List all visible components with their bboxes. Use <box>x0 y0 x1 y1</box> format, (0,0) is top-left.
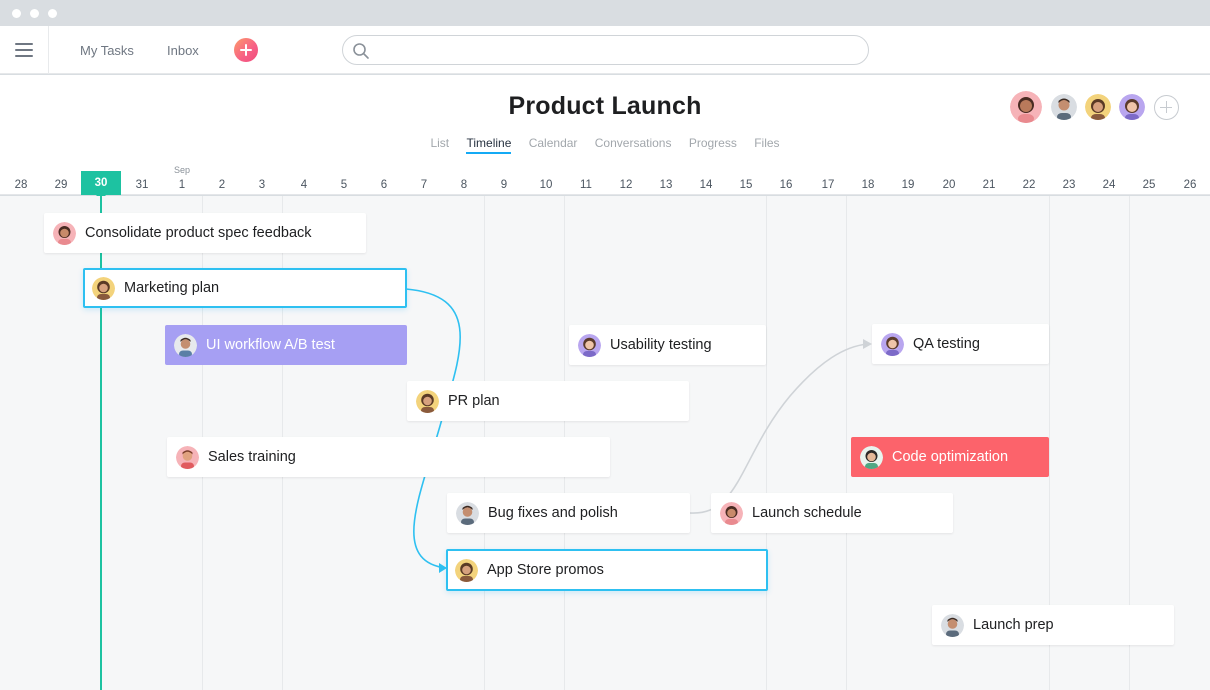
search-input[interactable] <box>342 35 869 65</box>
project-header: Product Launch List Timeline Calendar Co… <box>0 75 1210 155</box>
quick-add-button[interactable] <box>234 38 258 62</box>
assignee-avatar <box>416 389 439 413</box>
task-bar[interactable]: Launch schedule <box>711 493 953 533</box>
date-label: 31 <box>135 179 149 191</box>
date-label: 5 <box>340 179 348 191</box>
member-avatar[interactable] <box>1119 94 1145 120</box>
date-label: 15 <box>739 179 753 191</box>
window-close-dot[interactable] <box>12 9 21 18</box>
assignee-avatar <box>881 332 904 356</box>
search-icon <box>353 43 369 59</box>
task-bar[interactable]: App Store promos <box>446 549 768 591</box>
add-member-icon[interactable] <box>1154 95 1179 120</box>
assignee-avatar <box>720 501 743 525</box>
assignee-avatar <box>174 333 197 357</box>
task-name: Code optimization <box>892 449 1009 465</box>
nav-my-tasks[interactable]: My Tasks <box>80 43 134 58</box>
assignee-avatar <box>176 445 199 469</box>
nav-inbox[interactable]: Inbox <box>167 43 199 58</box>
top-bar: My Tasks Inbox <box>0 26 1210 74</box>
dependency-line <box>689 343 869 514</box>
task-bar[interactable]: Code optimization <box>851 437 1049 477</box>
date-label: 9 <box>500 179 508 191</box>
date-label: 24 <box>1102 179 1116 191</box>
tab-conversations[interactable]: Conversations <box>595 136 672 152</box>
window-chrome <box>0 0 1210 26</box>
date-label: 13 <box>659 179 673 191</box>
window-minimize-dot[interactable] <box>30 9 39 18</box>
task-name: App Store promos <box>487 562 604 578</box>
assignee-avatar <box>456 501 479 525</box>
date-label: 14 <box>699 179 713 191</box>
task-bar[interactable]: Bug fixes and polish <box>447 493 690 533</box>
timeline-canvas[interactable]: Consolidate product spec feedback Market… <box>0 196 1210 690</box>
tab-calendar[interactable]: Calendar <box>529 136 578 152</box>
tab-files[interactable]: Files <box>754 136 779 152</box>
assignee-avatar <box>941 613 964 637</box>
date-label: 18 <box>861 179 875 191</box>
assignee-avatar <box>860 445 883 469</box>
month-label: Sep <box>173 165 190 175</box>
task-bar[interactable]: Marketing plan <box>83 268 407 308</box>
task-bar[interactable]: PR plan <box>407 381 689 421</box>
date-label: 22 <box>1022 179 1036 191</box>
assignee-avatar <box>53 221 76 245</box>
task-name: Sales training <box>208 449 296 465</box>
date-label: 19 <box>901 179 915 191</box>
date-label: 28 <box>14 179 28 191</box>
assignee-avatar <box>578 333 601 357</box>
date-label: 10 <box>539 179 553 191</box>
member-avatar[interactable] <box>1051 94 1077 120</box>
date-label: 3 <box>258 179 266 191</box>
date-label: 6 <box>380 179 388 191</box>
date-label: 2 <box>218 179 226 191</box>
task-bar[interactable]: QA testing <box>872 324 1049 364</box>
date-label: 8 <box>460 179 468 191</box>
tab-list[interactable]: List <box>430 136 449 152</box>
task-name: UI workflow A/B test <box>206 337 335 353</box>
date-label: 20 <box>942 179 956 191</box>
task-name: Consolidate product spec feedback <box>85 225 312 241</box>
task-name: QA testing <box>913 336 980 352</box>
task-name: Marketing plan <box>124 280 220 296</box>
assignee-avatar <box>455 558 478 582</box>
date-label: 11 <box>580 179 592 191</box>
date-label: 23 <box>1062 179 1076 191</box>
date-label: 16 <box>779 179 793 191</box>
date-label: 29 <box>54 179 68 191</box>
date-label: 26 <box>1183 179 1197 191</box>
timeline-dates: Sep 30 28 29 31 1 2 3 4 5 6 7 8 9 10 11 … <box>0 155 1210 200</box>
task-name: Usability testing <box>610 337 712 353</box>
date-label: 12 <box>619 179 633 191</box>
window-zoom-dot[interactable] <box>48 9 57 18</box>
assignee-avatar <box>92 276 115 300</box>
member-avatar[interactable] <box>1010 91 1042 123</box>
task-name: Launch schedule <box>752 505 862 521</box>
app-window: My Tasks Inbox Product Launch List Timel… <box>0 0 1210 690</box>
task-name: Launch prep <box>973 617 1054 633</box>
task-bar[interactable]: Consolidate product spec feedback <box>44 213 366 253</box>
today-marker: 30 <box>81 171 121 200</box>
date-label: 1 <box>178 179 186 191</box>
task-name: Bug fixes and polish <box>488 505 618 521</box>
date-label: 4 <box>300 179 308 191</box>
member-avatar[interactable] <box>1085 94 1111 120</box>
date-label: 25 <box>1142 179 1156 191</box>
task-bar[interactable]: Usability testing <box>569 325 766 365</box>
task-bar[interactable]: Launch prep <box>932 605 1174 645</box>
tab-timeline[interactable]: Timeline <box>466 136 512 154</box>
date-label: 17 <box>821 179 835 191</box>
date-label: 21 <box>982 179 996 191</box>
tab-progress[interactable]: Progress <box>689 136 737 152</box>
task-name: PR plan <box>448 393 500 409</box>
task-bar[interactable]: Sales training <box>167 437 610 477</box>
dependency-arrow <box>863 339 872 349</box>
task-bar[interactable]: UI workflow A/B test <box>165 325 407 365</box>
menu-icon[interactable] <box>0 26 49 74</box>
date-label: 7 <box>420 179 428 191</box>
project-tabs: List Timeline Calendar Conversations Pro… <box>0 136 1210 154</box>
